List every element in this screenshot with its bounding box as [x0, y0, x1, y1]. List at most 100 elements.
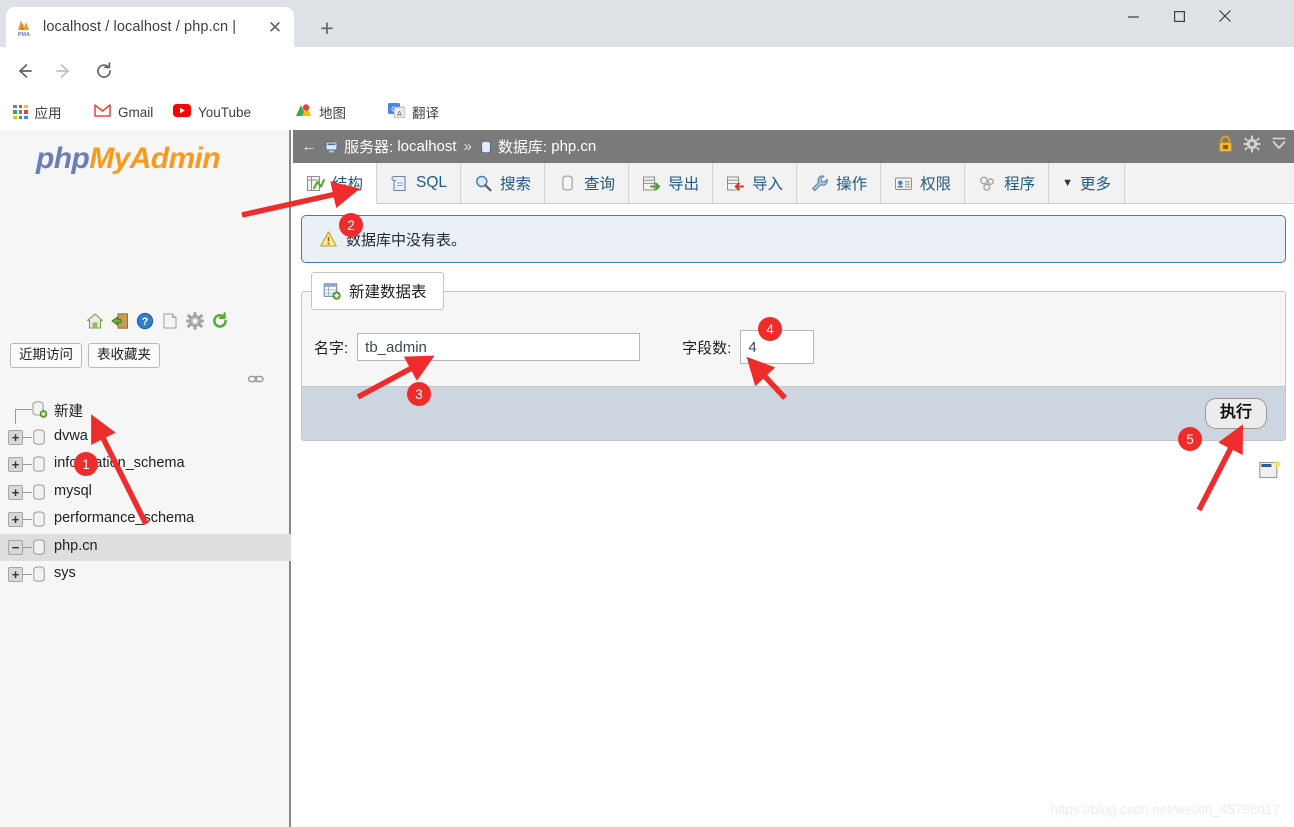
- bookmark-maps[interactable]: 地图: [290, 97, 351, 127]
- database-icon: [32, 484, 47, 501]
- breadcrumb: 服务器: localhost » 数据库: php.cn: [325, 136, 596, 157]
- tree-line: [23, 492, 32, 493]
- tree-item-php-cn[interactable]: − php.cn: [0, 534, 291, 562]
- tree-item-information-schema[interactable]: + information_schema: [0, 451, 291, 479]
- bookmark-apps[interactable]: 应用: [8, 97, 67, 127]
- tab-label: 导入: [752, 172, 783, 194]
- forward-button[interactable]: [50, 57, 78, 85]
- reload-button[interactable]: [90, 57, 118, 85]
- logo-myadmin: MyAdmin: [89, 142, 220, 175]
- svg-text:?: ?: [142, 316, 149, 328]
- phpmyadmin-favicon: PMA: [14, 17, 34, 37]
- expand-toggle[interactable]: +: [8, 512, 23, 527]
- chain-link-icon[interactable]: [248, 372, 264, 384]
- help-icon[interactable]: ?: [136, 312, 154, 330]
- minimize-icon[interactable]: [1110, 0, 1156, 32]
- create-table-footer: 执行: [302, 386, 1285, 440]
- back-button[interactable]: [10, 57, 38, 85]
- page-tab-bar: 结构 SQL 搜索 查询: [293, 163, 1294, 204]
- expand-toggle[interactable]: +: [8, 430, 23, 445]
- new-table-icon: [323, 282, 341, 300]
- tab-structure[interactable]: 结构: [293, 163, 377, 204]
- tab-routines[interactable]: 程序: [965, 163, 1049, 203]
- expand-toggle[interactable]: +: [8, 567, 23, 582]
- alert-text: 数据库中没有表。: [346, 229, 466, 250]
- maximize-icon[interactable]: [1156, 0, 1202, 32]
- tab-strip: PMA localhost / localhost / php.cn | ✕ +: [0, 0, 1294, 47]
- bookmark-translate[interactable]: GA 翻译: [383, 97, 444, 127]
- expand-toggle[interactable]: +: [8, 485, 23, 500]
- favorite-tables-button[interactable]: 表收藏夹: [88, 343, 160, 368]
- table-name-input[interactable]: [357, 333, 640, 361]
- tab-import[interactable]: 导入: [713, 163, 797, 203]
- tree-item-mysql[interactable]: + mysql: [0, 479, 291, 507]
- tab-export[interactable]: 导出: [629, 163, 713, 203]
- annotation-marker-1: 1: [74, 452, 98, 476]
- tree-item-new[interactable]: 新建: [0, 396, 291, 424]
- browser-tab[interactable]: PMA localhost / localhost / php.cn | ✕: [6, 7, 294, 47]
- breadcrumb-server[interactable]: 服务器: localhost: [325, 136, 457, 157]
- tree-item-performance-schema[interactable]: + performance_schema: [0, 506, 291, 534]
- database-value: php.cn: [551, 138, 596, 155]
- close-icon[interactable]: [1202, 0, 1248, 32]
- query-icon: [558, 174, 577, 193]
- expand-toggle[interactable]: +: [8, 457, 23, 472]
- tree-item-sys[interactable]: + sys: [0, 561, 291, 589]
- breadcrumb-database[interactable]: 数据库: php.cn: [479, 136, 596, 157]
- database-icon: [32, 539, 47, 556]
- tree-line: [15, 409, 16, 424]
- gear-icon[interactable]: [1243, 135, 1261, 157]
- tab-more[interactable]: ▼ 更多: [1049, 163, 1125, 203]
- privileges-icon: [894, 174, 913, 193]
- server-breadcrumb-bar: ← 服务器: localhost » 数据库: php.cn: [293, 130, 1294, 163]
- maps-icon: [295, 103, 312, 121]
- tab-query[interactable]: 查询: [545, 163, 629, 203]
- bookmark-label: YouTube: [198, 105, 251, 120]
- translate-icon: GA: [388, 103, 405, 121]
- tab-close-icon[interactable]: ✕: [264, 16, 286, 38]
- home-icon[interactable]: [86, 312, 104, 330]
- lock-icon[interactable]: [1217, 135, 1234, 157]
- page-body: phpMyAdmin ? 近期访问 表收藏夹: [0, 130, 1294, 827]
- svg-text:PMA: PMA: [18, 32, 30, 37]
- svg-text:A: A: [397, 111, 402, 118]
- server-label: 服务器:: [344, 136, 393, 157]
- annotation-marker-2: 2: [339, 213, 363, 237]
- apps-grid-icon: [13, 105, 28, 120]
- tab-label: 更多: [1080, 172, 1111, 194]
- nav-back-arrow-icon[interactable]: ←: [293, 138, 325, 155]
- go-button[interactable]: 执行: [1205, 398, 1267, 428]
- recent-tables-button[interactable]: 近期访问: [10, 343, 82, 368]
- tab-privileges[interactable]: 权限: [881, 163, 965, 203]
- tab-sql[interactable]: SQL: [377, 163, 461, 203]
- routines-icon: [978, 174, 997, 193]
- tab-label: 结构: [332, 172, 363, 194]
- table-name-label: 名字:: [314, 337, 348, 358]
- server-value: localhost: [397, 138, 456, 155]
- tree-item-label: php.cn: [54, 538, 98, 554]
- tab-search[interactable]: 搜索: [461, 163, 545, 203]
- phpmyadmin-logo[interactable]: phpMyAdmin: [36, 142, 220, 176]
- tree-line: [23, 437, 32, 438]
- bookmark-youtube[interactable]: YouTube: [168, 97, 256, 127]
- docs-icon[interactable]: [161, 312, 179, 330]
- bookmark-gmail[interactable]: Gmail: [89, 97, 158, 127]
- legend-label: 新建数据表: [349, 280, 427, 302]
- create-table-fields: 名字: 字段数:: [302, 292, 1285, 386]
- tab-label: 查询: [584, 172, 615, 194]
- collapse-toggle[interactable]: −: [8, 540, 23, 555]
- structure-icon: [306, 174, 325, 193]
- tree-item-dvwa[interactable]: + dvwa: [0, 424, 291, 452]
- refresh-icon[interactable]: [211, 312, 229, 330]
- tree-line: [23, 519, 32, 520]
- logout-icon[interactable]: [111, 312, 129, 330]
- content-area: ← 服务器: localhost » 数据库: php.cn: [293, 130, 1294, 827]
- new-tab-button[interactable]: +: [312, 13, 342, 43]
- console-window-icon[interactable]: [1259, 461, 1281, 480]
- tab-operations[interactable]: 操作: [797, 163, 881, 203]
- search-icon: [474, 174, 493, 193]
- collapse-icon[interactable]: [1270, 135, 1288, 157]
- tree-item-label: 新建: [54, 400, 83, 421]
- tab-label: 程序: [1004, 172, 1035, 194]
- settings-gear-icon[interactable]: [186, 312, 204, 330]
